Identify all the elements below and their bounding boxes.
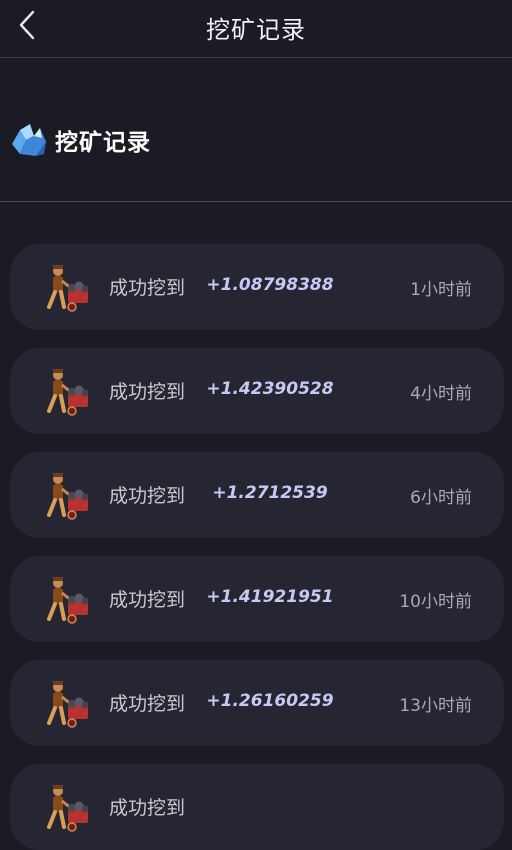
- record-time: 10小时前: [399, 592, 472, 612]
- list-item: 成功挖到 +1.26160259 13小时前: [10, 660, 504, 746]
- record-label: 成功挖到: [109, 381, 186, 403]
- section-header: 挖矿记录: [0, 58, 512, 202]
- list-item: 成功挖到 +1.42390528 4小时前: [10, 348, 504, 434]
- record-label: 成功挖到: [109, 797, 186, 819]
- list-item: 成功挖到 +1.2712539 6小时前: [10, 452, 504, 538]
- record-time: 6小时前: [410, 488, 472, 508]
- top-nav-bar: 挖矿记录: [0, 0, 512, 58]
- list-item: 成功挖到 +1.08798388 1小时前: [10, 244, 504, 330]
- section-title: 挖矿记录: [55, 130, 151, 156]
- record-time: 13小时前: [399, 696, 472, 716]
- record-label: 成功挖到: [109, 693, 186, 715]
- list-item: 成功挖到 +1.41921951 10小时前: [10, 556, 504, 642]
- record-label: 成功挖到: [109, 277, 186, 299]
- record-amount: +1.2712539: [212, 483, 328, 503]
- record-amount: +1.42390528: [206, 379, 334, 399]
- record-time: 4小时前: [410, 384, 472, 404]
- record-time: 1小时前: [410, 280, 472, 300]
- record-amount: +1.41921951: [206, 587, 334, 607]
- page-title: 挖矿记录: [206, 16, 306, 44]
- record-amount: +1.26160259: [206, 691, 334, 711]
- record-amount: +1.08798388: [206, 275, 334, 295]
- miner-cart-icon: [47, 681, 89, 728]
- miner-cart-icon: [47, 369, 89, 416]
- crystal-icon: [12, 124, 46, 156]
- miner-cart-icon: [47, 473, 89, 520]
- record-label: 成功挖到: [109, 485, 186, 507]
- miner-cart-icon: [47, 265, 89, 312]
- miner-cart-icon: [47, 577, 89, 624]
- miner-cart-icon: [47, 785, 89, 832]
- record-label: 成功挖到: [109, 589, 186, 611]
- list-item: 成功挖到: [10, 764, 504, 850]
